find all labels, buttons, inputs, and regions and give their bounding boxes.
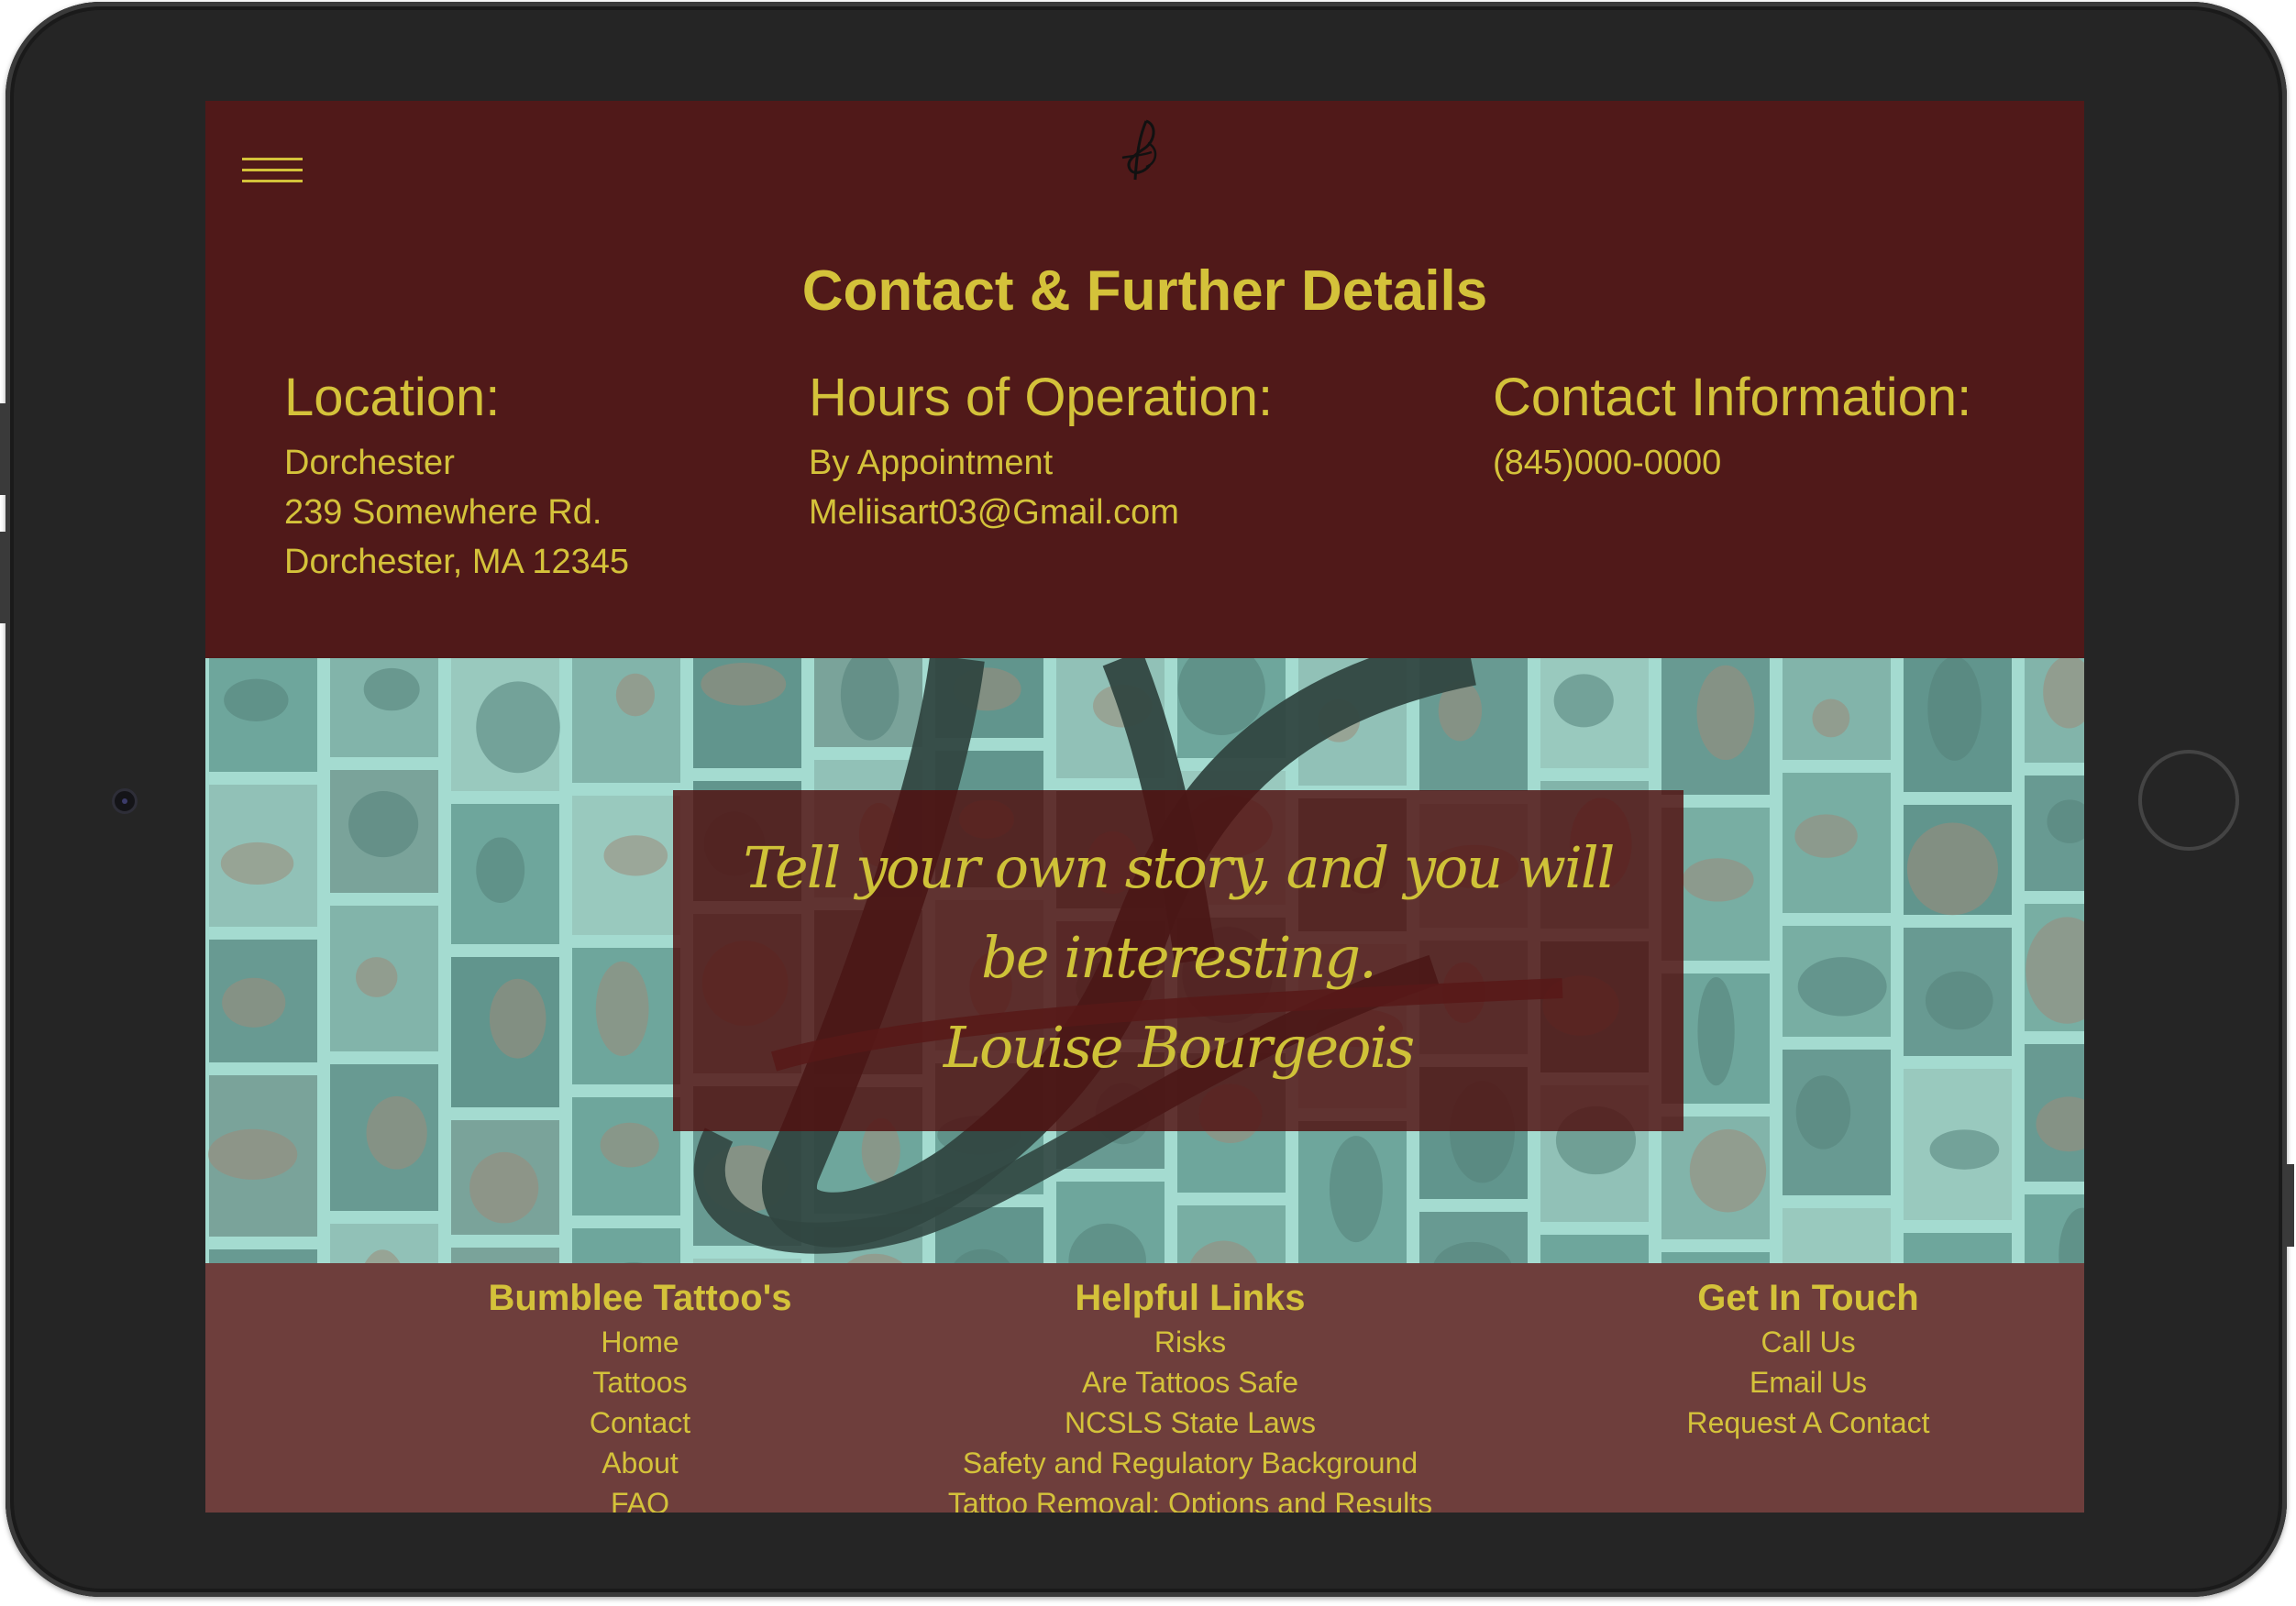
hours-line: By Appointment	[809, 444, 1054, 482]
butterfly-logo-icon[interactable]	[1113, 116, 1177, 185]
phone-link[interactable]: (845)000-0000	[1493, 438, 1971, 488]
quote-author: Louise Bourgeois	[943, 1014, 1415, 1081]
footer-link-laws[interactable]: NCSLS State Laws	[915, 1402, 1465, 1443]
power-button	[2287, 1164, 2294, 1247]
volume-button	[0, 403, 7, 495]
footer-brand-heading: Bumblee Tattoo's	[488, 1278, 792, 1318]
footer-link-contact[interactable]: Contact	[457, 1402, 823, 1443]
volume-button	[0, 532, 7, 623]
quote-box: Tell your own story, and you will be int…	[673, 790, 1683, 1131]
footer-helpful-heading: Helpful Links	[1075, 1278, 1306, 1318]
contact-section: Contact Information: (845)000-0000	[1493, 365, 1971, 488]
footer-brand-column: Bumblee Tattoo's Home Tattoos Contact Ab…	[457, 1276, 823, 1512]
footer-link-removal[interactable]: Tattoo Removal: Options and Results	[915, 1483, 1465, 1512]
contact-heading: Contact Information:	[1493, 368, 1972, 427]
location-section: Location: Dorchester 239 Somewhere Rd. D…	[284, 365, 629, 587]
footer-link-risks[interactable]: Risks	[915, 1322, 1465, 1362]
hours-heading: Hours of Operation:	[809, 368, 1274, 427]
location-line: Dorchester, MA 12345	[284, 543, 629, 581]
footer-link-home[interactable]: Home	[457, 1322, 823, 1362]
footer-link-request[interactable]: Request A Contact	[1625, 1402, 1992, 1443]
quote-text: Tell your own story, and you will be int…	[743, 834, 1615, 991]
footer-link-tattoos[interactable]: Tattoos	[457, 1362, 823, 1402]
footer-link-email[interactable]: Email Us	[1625, 1362, 1992, 1402]
footer-link-faq[interactable]: FAQ	[457, 1483, 823, 1512]
camera-icon	[112, 788, 138, 814]
site-footer: Bumblee Tattoo's Home Tattoos Contact Ab…	[205, 1263, 2084, 1512]
footer-link-call[interactable]: Call Us	[1625, 1322, 1992, 1362]
contact-header: Contact & Further Details Location: Dorc…	[205, 101, 2084, 658]
tablet-device: Contact & Further Details Location: Dorc…	[0, 0, 2296, 1606]
screen: Contact & Further Details Location: Dorc…	[205, 101, 2084, 1512]
location-line: 239 Somewhere Rd.	[284, 493, 602, 532]
hamburger-menu-icon[interactable]	[242, 152, 303, 189]
location-line: Dorchester	[284, 444, 455, 482]
home-button[interactable]	[2138, 750, 2239, 851]
quote-hero: Tell your own story, and you will be int…	[205, 658, 2084, 1263]
page-title: Contact & Further Details	[801, 259, 1488, 323]
footer-helpful-column: Helpful Links Risks Are Tattoos Safe NCS…	[915, 1276, 1465, 1512]
footer-link-safe[interactable]: Are Tattoos Safe	[915, 1362, 1465, 1402]
footer-touch-heading: Get In Touch	[1697, 1278, 1919, 1318]
hours-section: Hours of Operation: By Appointment Melii…	[809, 365, 1273, 537]
footer-link-safety[interactable]: Safety and Regulatory Background	[915, 1443, 1465, 1483]
email-link[interactable]: Meliisart03@Gmail.com	[809, 488, 1273, 537]
footer-link-about[interactable]: About	[457, 1443, 823, 1483]
location-heading: Location:	[284, 368, 501, 427]
footer-touch-column: Get In Touch Call Us Email Us Request A …	[1625, 1276, 1992, 1443]
